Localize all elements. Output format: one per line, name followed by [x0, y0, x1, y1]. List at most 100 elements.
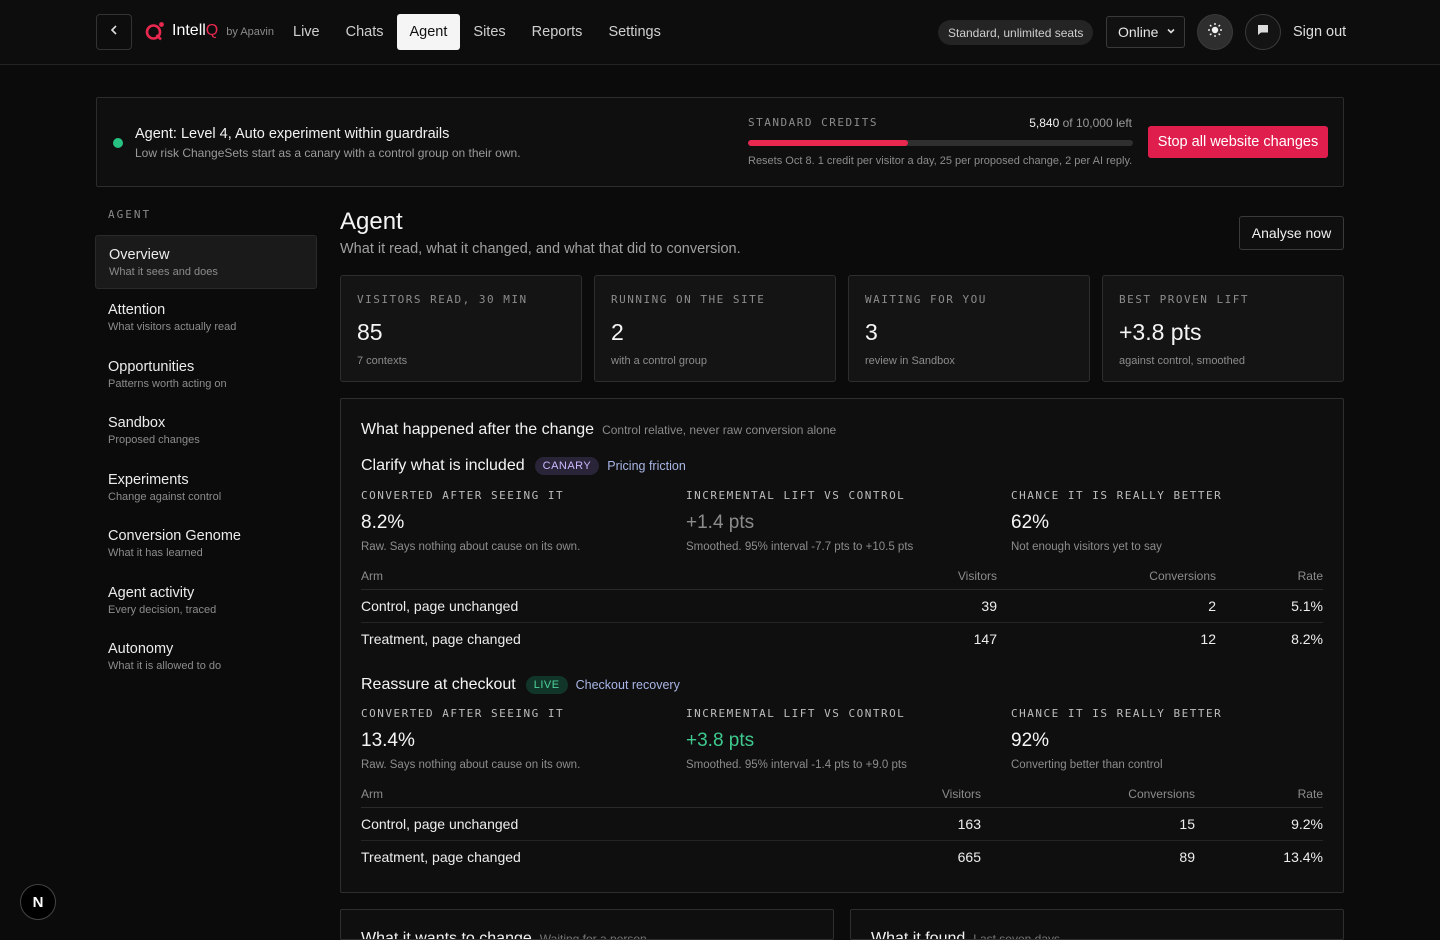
table-cell: 8.2%: [1291, 631, 1323, 648]
arm-table: Arm Visitors Conversions Rate Control, p…: [361, 569, 1323, 656]
canary-badge: CANARY: [534, 457, 600, 475]
table-cell: Control, page unchanged: [361, 589, 701, 623]
table-row: Treatment, page changed 147 12 8.2%: [361, 623, 1323, 656]
metric-converted: CONVERTED AFTER SEEING IT 8.2% Raw. Says…: [361, 489, 580, 553]
sidebar-item-opportunities[interactable]: Opportunities Patterns worth acting on: [95, 348, 317, 402]
credits-progress-fill: [748, 140, 909, 146]
metric-label: CHANCE IT IS REALLY BETTER: [1011, 707, 1223, 720]
experiment-title[interactable]: Clarify what is included CANARY Pricing …: [361, 457, 686, 475]
page-title: Agent: [340, 208, 403, 235]
column-header: Conversions: [997, 569, 1216, 590]
nav-chats[interactable]: Chats: [333, 14, 397, 50]
chevron-left-icon: [108, 23, 120, 41]
stat-value: 2: [611, 319, 624, 345]
stat-value: 85: [357, 319, 383, 345]
sidebar-item-sub: Change against control: [108, 491, 222, 503]
brand-byline: by Apavin: [226, 26, 274, 38]
top-bar: IntellQ by Apavin Live Chats Agent Sites…: [0, 0, 1440, 65]
experiment-title[interactable]: Reassure at checkout LIVE Checkout recov…: [361, 676, 680, 694]
card-what-it-wants-to-change: What it wants to change Waiting for a per…: [340, 909, 834, 940]
metric-incremental-lift: INCREMENTAL LIFT VS CONTROL +1.4 pts Smo…: [686, 489, 913, 553]
table-cell: 39: [701, 589, 997, 623]
sign-out-link[interactable]: Sign out: [1293, 24, 1346, 40]
chevron-down-icon: [1166, 26, 1176, 39]
status-dot: [113, 138, 123, 148]
autonomy-banner: Agent: Level 4, Auto experiment within g…: [96, 97, 1344, 187]
theme-toggle-button[interactable]: [1197, 14, 1233, 50]
table-cell: 147: [973, 631, 997, 648]
plan-badge: Standard, unlimited seats: [938, 20, 1094, 45]
metric-label: CONVERTED AFTER SEEING IT: [361, 707, 565, 720]
banner-title: Agent: Level 4, Auto experiment within g…: [135, 126, 450, 142]
metric-label: CHANCE IT IS REALLY BETTER: [1011, 489, 1223, 502]
metric-value: +3.8 pts: [686, 730, 755, 751]
brand-q-icon: [144, 20, 166, 42]
nav-agent[interactable]: Agent: [396, 14, 461, 50]
stat-value: 3: [865, 319, 878, 345]
floating-n-badge[interactable]: N: [20, 884, 56, 920]
back-button[interactable]: [96, 14, 132, 50]
metric-value: 92%: [1011, 730, 1050, 751]
column-header: Rate: [1195, 787, 1323, 808]
sidebar-item-title: Agent activity: [108, 585, 195, 601]
metric-hint: Raw. Says nothing about cause on its own…: [361, 541, 581, 553]
stat-card-best-lift: BEST PROVEN LIFT +3.8 pts against contro…: [1102, 275, 1344, 382]
sidebar-item-title: Experiments: [108, 472, 189, 488]
nav-settings[interactable]: Settings: [595, 14, 673, 50]
stat-card-running: RUNNING ON THE SITE 2 with a control gro…: [594, 275, 836, 382]
stat-hint: against control, smoothed: [1119, 355, 1245, 367]
banner-subtitle: Low risk ChangeSets start as a canary wi…: [135, 146, 521, 160]
stat-label: BEST PROVEN LIFT: [1119, 293, 1249, 306]
metric-label: CONVERTED AFTER SEEING IT: [361, 489, 565, 502]
credits-remaining: 5,840 of 10,000 left: [1029, 116, 1132, 130]
table-cell: 2: [997, 589, 1216, 623]
sidebar-item-sub: Every decision, traced: [108, 604, 217, 616]
table-cell: 163: [701, 807, 981, 841]
card-note: Waiting for a person: [539, 932, 647, 940]
card-title: What it wants to change Waiting for a per…: [361, 930, 647, 940]
sidebar-item-overview[interactable]: Overview What it sees and does: [95, 235, 317, 289]
nav-reports[interactable]: Reports: [519, 14, 596, 50]
sidebar-item-attention[interactable]: Attention What visitors actually read: [95, 291, 317, 345]
nav-sites[interactable]: Sites: [460, 14, 518, 50]
sidebar-item-experiments[interactable]: Experiments Change against control: [95, 461, 317, 515]
metric-hint: Smoothed. 95% interval -1.4 pts to +9.0 …: [686, 759, 907, 771]
table-cell: 89: [1179, 849, 1195, 866]
stat-label: VISITORS READ, 30 MIN: [357, 293, 528, 306]
sidebar-item-conversion-genome[interactable]: Conversion Genome What it has learned: [95, 517, 317, 571]
column-header: Visitors: [701, 787, 981, 808]
metric-label: INCREMENTAL LIFT VS CONTROL: [686, 707, 906, 720]
nav-live[interactable]: Live: [280, 14, 333, 50]
stat-card-waiting: WAITING FOR YOU 3 review in Sandbox: [848, 275, 1090, 382]
stat-label: WAITING FOR YOU: [865, 293, 987, 306]
metric-hint: Raw. Says nothing about cause on its own…: [361, 759, 581, 771]
table-row: Treatment, page changed 665 89 13.4%: [361, 841, 1323, 874]
table-cell: Control, page unchanged: [361, 807, 701, 841]
table-cell: Treatment, page changed: [361, 631, 521, 648]
status-select[interactable]: Online: [1106, 16, 1185, 48]
sidebar-item-sandbox[interactable]: Sandbox Proposed changes: [95, 404, 317, 458]
metric-hint: Smoothed. 95% interval -7.7 pts to +10.5…: [686, 541, 914, 553]
credits-note: Resets Oct 8. 1 credit per visitor a day…: [748, 155, 1133, 167]
page-subtitle: What it read, what it changed, and what …: [340, 241, 741, 257]
metric-chance-better: CHANCE IT IS REALLY BETTER 62% Not enoug…: [1011, 489, 1222, 553]
stat-hint: review in Sandbox: [865, 355, 955, 367]
metric-value: 62%: [1011, 512, 1050, 533]
column-header: Rate: [1216, 569, 1323, 590]
main-nav: Live Chats Agent Sites Reports Settings: [280, 14, 674, 50]
sidebar-item-agent-activity[interactable]: Agent activity Every decision, traced: [95, 574, 317, 628]
table-row: Control, page unchanged 163 15 9.2%: [361, 807, 1323, 841]
sidebar-item-title: Attention: [108, 302, 166, 318]
analyse-now-button[interactable]: Analyse now: [1239, 216, 1344, 250]
metric-chance-better: CHANCE IT IS REALLY BETTER 92% Convertin…: [1011, 707, 1222, 771]
stop-all-changes-button[interactable]: Stop all website changes: [1148, 126, 1328, 158]
metric-incremental-lift: INCREMENTAL LIFT VS CONTROL +3.8 pts Smo…: [686, 707, 907, 771]
metric-value: +1.4 pts: [686, 512, 755, 533]
sidebar-item-autonomy[interactable]: Autonomy What it is allowed to do: [95, 630, 317, 684]
metric-hint: Not enough visitors yet to say: [1011, 541, 1162, 553]
metric-value: 13.4%: [361, 730, 415, 751]
chat-button[interactable]: [1245, 14, 1281, 50]
sidebar-item-sub: Patterns worth acting on: [108, 378, 227, 390]
panel-note: Control relative, never raw conversion a…: [602, 423, 837, 437]
brand-logo[interactable]: IntellQ by Apavin: [144, 20, 274, 42]
